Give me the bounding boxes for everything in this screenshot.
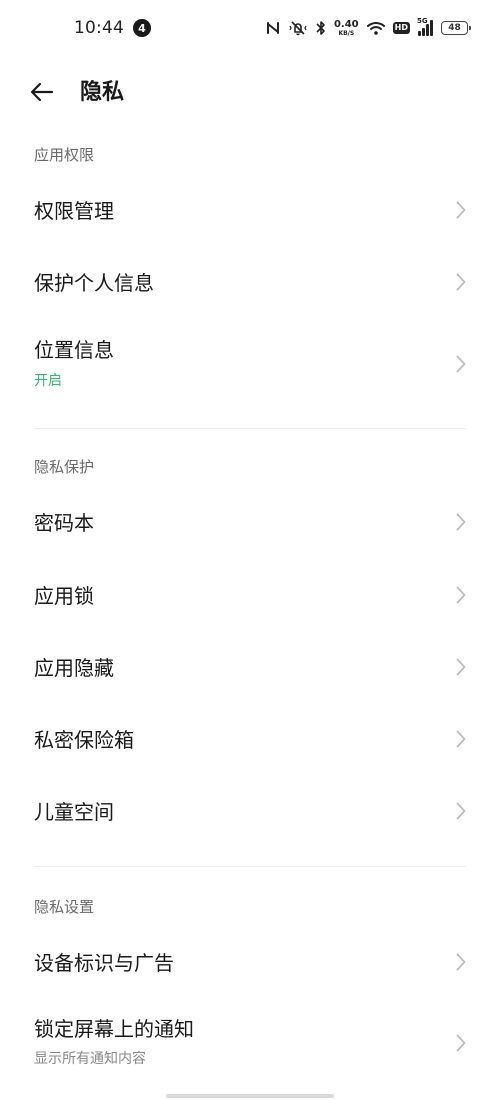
signal-bar	[418, 31, 421, 36]
row-label: 设备标识与广告	[34, 951, 174, 975]
page-title: 隐私	[80, 80, 125, 105]
section-header-privacy-settings: 隐私设置	[34, 898, 95, 916]
chevron-right-icon	[454, 585, 468, 605]
hd-voice-badge: HD	[392, 22, 410, 34]
row-label: 应用锁	[34, 584, 94, 608]
row-label: 权限管理	[34, 199, 114, 223]
network-speed-value: 0.40	[333, 18, 359, 30]
row-label: 密码本	[34, 511, 94, 535]
chevron-right-icon	[454, 512, 468, 532]
nfc-icon	[266, 20, 280, 36]
privacy-settings-screen: 10:44 4 0.40 KB/S HD 5G 48 隐私 应用权限 权限管理 …	[0, 0, 500, 1100]
row-label: 应用隐藏	[34, 656, 114, 680]
bluetooth-icon	[316, 20, 326, 36]
network-speed-unit: KB/S	[338, 29, 355, 37]
signal-strength-icon: 5G	[417, 17, 433, 36]
location-status-text: 开启	[34, 373, 62, 389]
signal-bar	[426, 24, 429, 36]
row-label: 锁定屏幕上的通知	[34, 1017, 194, 1041]
signal-bar	[422, 28, 425, 36]
row-app-lock[interactable]: 应用锁	[0, 565, 500, 627]
section-header-app-permissions: 应用权限	[34, 146, 95, 164]
row-label: 私密保险箱	[34, 728, 134, 752]
wifi-icon	[366, 21, 385, 35]
back-button[interactable]	[26, 78, 58, 110]
chevron-right-icon	[454, 952, 468, 972]
notification-count-badge: 4	[133, 19, 151, 37]
row-permission-management[interactable]: 权限管理	[0, 180, 500, 242]
network-speed: 0.40 KB/S	[333, 18, 359, 37]
row-hide-apps[interactable]: 应用隐藏	[0, 637, 500, 699]
chevron-right-icon	[454, 200, 468, 220]
battery-level: 48	[448, 22, 461, 33]
section-divider	[34, 428, 466, 429]
row-label: 保护个人信息	[34, 271, 154, 295]
home-indicator[interactable]	[166, 1094, 334, 1098]
section-header-privacy-protection: 隐私保护	[34, 458, 95, 476]
mute-vibrate-icon	[288, 20, 308, 36]
section-divider	[34, 866, 466, 867]
chevron-right-icon	[454, 801, 468, 821]
status-time: 10:44	[74, 18, 124, 38]
back-arrow-icon	[30, 82, 54, 106]
row-device-id-and-ads[interactable]: 设备标识与广告	[0, 932, 500, 994]
row-location-info[interactable]: 位置信息 开启	[0, 325, 500, 405]
row-password-book[interactable]: 密码本	[0, 492, 500, 554]
chevron-right-icon	[454, 1033, 468, 1053]
row-lock-screen-notifications[interactable]: 锁定屏幕上的通知 显示所有通知内容	[0, 1003, 500, 1083]
row-label: 儿童空间	[34, 800, 114, 824]
chevron-right-icon	[454, 657, 468, 677]
chevron-right-icon	[454, 272, 468, 292]
lock-screen-notification-setting-text: 显示所有通知内容	[34, 1051, 146, 1067]
row-kids-space[interactable]: 儿童空间	[0, 781, 500, 843]
row-private-safe[interactable]: 私密保险箱	[0, 709, 500, 771]
status-bar: 10:44 4 0.40 KB/S HD 5G 48	[0, 0, 500, 56]
row-protect-personal-info[interactable]: 保护个人信息	[0, 252, 500, 314]
chevron-right-icon	[454, 729, 468, 749]
row-label: 位置信息	[34, 338, 114, 362]
chevron-right-icon	[454, 354, 468, 374]
network-type-label: 5G	[417, 17, 428, 25]
signal-bar	[430, 20, 433, 36]
top-bar: 隐私	[0, 70, 500, 116]
status-icons: 0.40 KB/S HD 5G 48	[266, 17, 471, 37]
battery-icon: 48	[441, 21, 471, 35]
